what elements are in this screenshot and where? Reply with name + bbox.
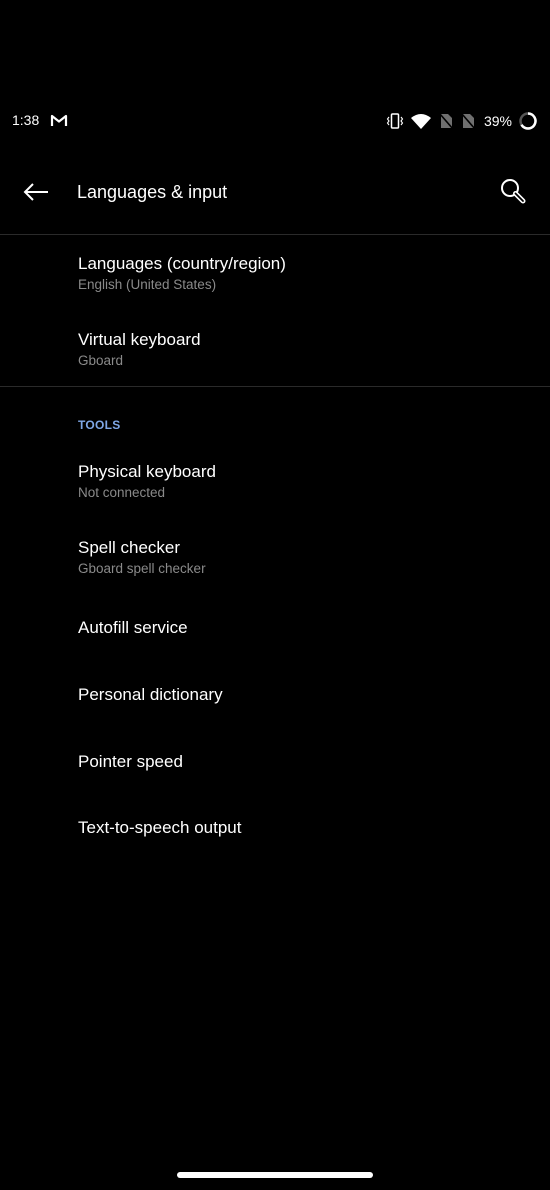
section-divider: [0, 386, 550, 387]
list-item-personal-dictionary[interactable]: Personal dictionary: [0, 662, 550, 726]
app-bar: Languages & input: [0, 160, 550, 224]
list-item-pointer-speed[interactable]: Pointer speed: [0, 729, 550, 793]
no-sim-icon: [439, 113, 454, 130]
back-button[interactable]: [18, 176, 54, 208]
app-bar-divider: [0, 234, 550, 235]
item-title: Autofill service: [78, 618, 188, 637]
battery-percent: 39%: [483, 113, 512, 129]
item-title: Virtual keyboard: [78, 330, 201, 349]
no-sim-icon: [461, 113, 476, 130]
item-title: Personal dictionary: [78, 685, 223, 704]
list-item-text-to-speech[interactable]: Text-to-speech output: [0, 795, 550, 859]
item-title: Physical keyboard: [78, 462, 216, 481]
item-title: Text-to-speech output: [78, 818, 242, 837]
status-bar: 1:38 39%: [0, 108, 550, 134]
battery-icon: [519, 112, 537, 130]
page-title: Languages & input: [77, 182, 228, 202]
item-subtitle: Gboard: [78, 353, 124, 368]
gmail-icon: [50, 114, 68, 126]
status-time: 1:38: [12, 112, 40, 128]
item-subtitle: English (United States): [78, 277, 217, 292]
list-item-virtual-keyboard[interactable]: Virtual keyboard Gboard: [0, 312, 550, 386]
item-subtitle: Gboard spell checker: [78, 561, 206, 576]
search-icon: [501, 179, 526, 204]
item-title: Languages (country/region): [78, 254, 286, 273]
list-item-languages[interactable]: Languages (country/region) English (Unit…: [0, 236, 550, 310]
list-item-autofill-service[interactable]: Autofill service: [0, 596, 550, 660]
list-item-physical-keyboard[interactable]: Physical keyboard Not connected: [0, 444, 550, 518]
arrow-left-icon: [23, 183, 48, 201]
item-title: Spell checker: [78, 538, 181, 557]
section-header-tools: TOOLS: [78, 418, 121, 432]
status-icons: 39%: [386, 108, 538, 134]
item-subtitle: Not connected: [78, 485, 166, 500]
search-button[interactable]: [496, 174, 532, 210]
home-indicator[interactable]: [177, 1172, 373, 1178]
item-title: Pointer speed: [78, 752, 183, 771]
vibrate-icon: [386, 113, 404, 129]
wifi-icon: [410, 114, 431, 129]
list-item-spell-checker[interactable]: Spell checker Gboard spell checker: [0, 520, 550, 594]
